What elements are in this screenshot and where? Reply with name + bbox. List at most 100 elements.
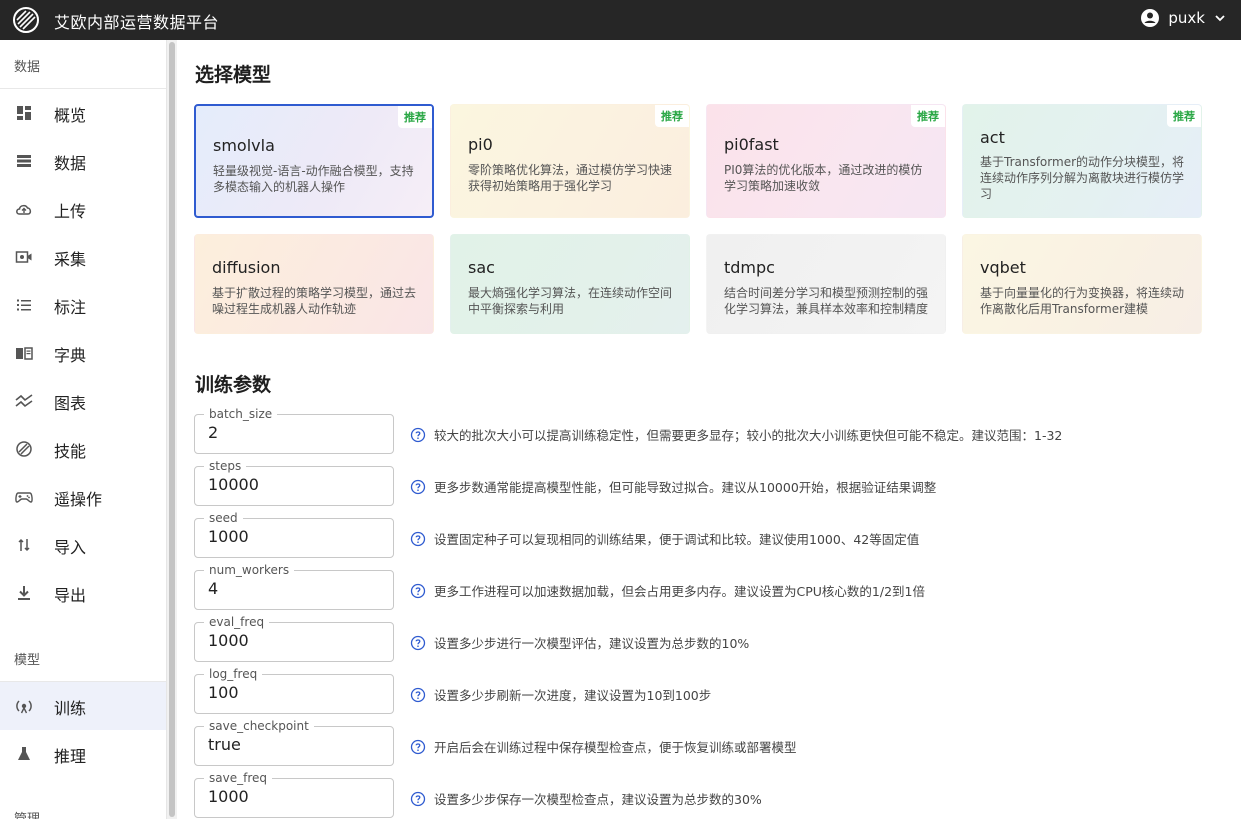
param-hint: 设置多少步进行一次模型评估，建议设置为总步数的10% — [410, 633, 749, 652]
model-name: sac — [468, 258, 495, 277]
model-card-pi0[interactable]: 推荐 pi0 零阶策略优化算法，通过模仿学习快速获得初始策略用于强化学习 — [450, 104, 690, 218]
hint-text: 设置多少步进行一次模型评估，建议设置为总步数的10% — [434, 636, 750, 651]
hint-text: 更多工作进程可以加速数据加载，但会占用更多内存。建议设置为CPU核心数的1/2到… — [434, 584, 925, 599]
sidebar-item-label: 字典 — [54, 346, 87, 365]
batch-size-input[interactable] — [208, 423, 386, 442]
sidebar-item-collect[interactable]: 采集 — [0, 233, 166, 281]
param-label: batch_size — [204, 407, 278, 421]
param-label: log_freq — [204, 667, 263, 681]
model-card-sac[interactable]: sac 最大熵强化学习算法，在连续动作空间中平衡探索与利用 — [450, 234, 690, 334]
save-checkpoint-input[interactable] — [208, 735, 386, 754]
sidebar-item-label: 上传 — [54, 202, 87, 221]
model-card-smolvla[interactable]: 推荐 smolvla 轻量级视觉-语言-动作融合模型，支持多模态输入的机器人操作 — [194, 104, 434, 218]
hint-text: 设置多少步刷新一次进度，建议设置为10到100步 — [434, 688, 712, 703]
model-card-vqbet[interactable]: vqbet 基于向量量化的行为变换器，将连续动作离散化后用Transformer… — [962, 234, 1202, 334]
param-hint: 设置固定种子可以复现相同的训练结果，便于调试和比较。建议使用1000、42等固定… — [410, 529, 919, 548]
help-circle-icon — [410, 479, 426, 494]
sidebar-section-model: 模型 — [14, 653, 41, 668]
sidebar-item-label: 标注 — [54, 298, 87, 317]
param-log-freq[interactable]: log_freq — [194, 667, 394, 714]
checklist-icon — [17, 299, 31, 311]
sidebar-item-label: 推理 — [54, 747, 87, 766]
model-name: diffusion — [212, 258, 281, 277]
eval-freq-input[interactable] — [208, 631, 386, 650]
hint-text: 开启后会在训练过程中保存模型检查点，便于恢复训练或部署模型 — [434, 740, 797, 755]
help-circle-icon — [410, 791, 426, 806]
help-circle-icon — [410, 531, 426, 546]
sidebar-item-skills[interactable]: 技能 — [0, 425, 166, 473]
training-params-heading: 训练参数 — [195, 374, 272, 396]
sidebar-scrollbar[interactable] — [167, 40, 177, 819]
sidebar-item-upload[interactable]: 上传 — [0, 185, 166, 233]
param-eval-freq[interactable]: eval_freq — [194, 615, 394, 662]
model-name: pi0 — [468, 135, 493, 154]
sidebar-item-label: 导出 — [54, 586, 87, 605]
help-circle-icon — [410, 583, 426, 598]
model-description: 基于Transformer的动作分块模型，将连续动作序列分解为离散块进行模仿学习 — [980, 155, 1185, 201]
param-seed[interactable]: seed — [194, 511, 394, 558]
help-circle-icon — [410, 635, 426, 650]
param-hint: 较大的批次大小可以提高训练稳定性，但需要更多显存；较小的批次大小训练更快但可能不… — [410, 425, 1062, 444]
sidebar-item-teleoperation[interactable]: 遥操作 — [0, 473, 166, 521]
num-workers-input[interactable] — [208, 579, 386, 598]
model-card-act[interactable]: 推荐 act 基于Transformer的动作分块模型，将连续动作序列分解为离散… — [962, 104, 1202, 218]
sidebar-item-export[interactable]: 导出 — [0, 569, 166, 617]
model-description: 结合时间差分学习和模型预测控制的强化学习算法，兼具样本效率和控制精度 — [724, 286, 929, 316]
help-circle-icon — [410, 687, 426, 702]
param-num-workers[interactable]: num_workers — [194, 563, 394, 610]
recommended-badge: 推荐 — [1167, 105, 1201, 127]
sidebar-item-data[interactable]: 数据 — [0, 137, 166, 185]
logo-icon[interactable] — [12, 6, 40, 34]
param-hint: 设置多少步保存一次模型检查点，建议设置为总步数的30% — [410, 789, 762, 808]
seed-input[interactable] — [208, 527, 386, 546]
param-label: eval_freq — [204, 615, 270, 629]
param-batch-size[interactable]: batch_size — [194, 407, 394, 454]
user-name: puxk — [1168, 9, 1205, 27]
param-label: save_freq — [204, 771, 272, 785]
param-label: steps — [204, 459, 247, 473]
param-save-freq[interactable]: save_freq — [194, 771, 394, 818]
chevron-down-icon — [1215, 15, 1225, 22]
help-circle-icon — [410, 739, 426, 754]
sidebar-item-inference[interactable]: 推理 — [0, 730, 166, 778]
scrollbar-thumb[interactable] — [169, 42, 175, 817]
import-icon — [18, 538, 30, 552]
sidebar-item-label: 技能 — [54, 442, 87, 461]
list-icon — [17, 155, 31, 167]
app-title: 艾欧内部运营数据平台 — [54, 13, 220, 32]
param-hint: 更多步数通常能提高模型性能，但可能导致过拟合。建议从10000开始，根据验证结果… — [410, 477, 936, 496]
sidebar-item-overview[interactable]: 概览 — [0, 89, 166, 137]
training-icon — [16, 700, 32, 714]
sidebar-item-training[interactable]: 训练 — [0, 682, 166, 730]
model-name: act — [980, 128, 1005, 147]
model-card-tdmpc[interactable]: tdmpc 结合时间差分学习和模型预测控制的强化学习算法，兼具样本效率和控制精度 — [706, 234, 946, 334]
flask-icon — [18, 747, 30, 760]
model-description: 基于扩散过程的策略学习模型，通过去噪过程生成机器人动作轨迹 — [212, 286, 417, 316]
main-content: 选择模型 推荐 smolvla 轻量级视觉-语言-动作融合模型，支持多模态输入的… — [177, 40, 1241, 819]
sidebar-item-label: 数据 — [54, 154, 87, 173]
user-menu[interactable]: puxk — [1140, 8, 1227, 28]
sidebar-item-dictionary[interactable]: 字典 — [0, 329, 166, 377]
param-label: seed — [204, 511, 243, 525]
steps-input[interactable] — [208, 475, 386, 494]
model-name: vqbet — [980, 258, 1026, 277]
skill-icon — [16, 441, 32, 457]
param-label: num_workers — [204, 563, 295, 577]
model-card-diffusion[interactable]: diffusion 基于扩散过程的策略学习模型，通过去噪过程生成机器人动作轨迹 — [194, 234, 434, 334]
gamepad-icon — [15, 492, 33, 503]
param-steps[interactable]: steps — [194, 459, 394, 506]
log-freq-input[interactable] — [208, 683, 386, 702]
model-name: pi0fast — [724, 135, 779, 154]
dashboard-icon — [17, 106, 31, 120]
model-description: 零阶策略优化算法，通过模仿学习快速获得初始策略用于强化学习 — [468, 163, 673, 193]
model-name: tdmpc — [724, 258, 775, 277]
sidebar-item-import[interactable]: 导入 — [0, 521, 166, 569]
top-bar: 艾欧内部运营数据平台 puxk — [0, 0, 1241, 40]
model-card-pi0fast[interactable]: 推荐 pi0fast PI0算法的优化版本，通过改进的模仿学习策略加速收敛 — [706, 104, 946, 218]
sidebar-item-charts[interactable]: 图表 — [0, 377, 166, 425]
param-hint: 开启后会在训练过程中保存模型检查点，便于恢复训练或部署模型 — [410, 737, 797, 756]
save-freq-input[interactable] — [208, 787, 386, 806]
sidebar-item-annotate[interactable]: 标注 — [0, 281, 166, 329]
param-save-checkpoint[interactable]: save_checkpoint — [194, 719, 394, 766]
select-model-heading: 选择模型 — [195, 64, 272, 86]
